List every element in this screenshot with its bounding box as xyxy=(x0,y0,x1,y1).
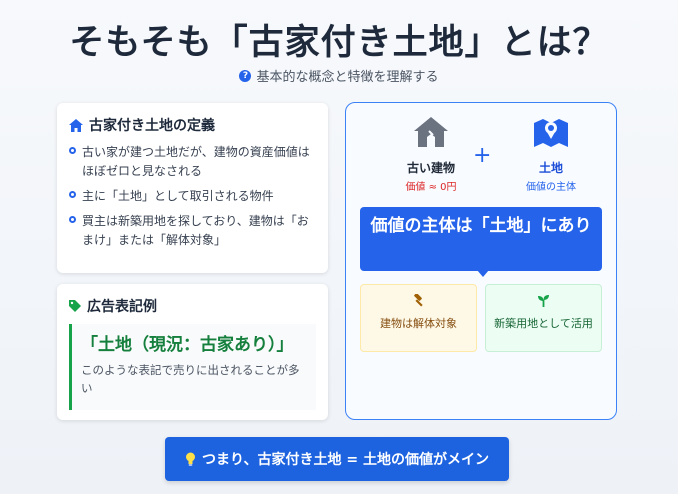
tag-icon xyxy=(69,300,81,312)
list-item: 主に「土地」として取引される物件 xyxy=(69,187,316,206)
question-circle-icon: ? xyxy=(239,69,252,82)
ad-example-heading: 広告表記例 xyxy=(69,296,316,316)
demolish-option-box: 建物は解体対象 xyxy=(360,284,477,352)
ad-example-note: このような表記で売りに出されることが多い xyxy=(81,363,300,395)
list-item: 買主は新築用地を探しており、建物は「おまけ」または「解体対象」 xyxy=(69,212,316,250)
new-build-option-text: 新築用地として活用 xyxy=(494,317,593,330)
old-building-value: 価値 ≈ 0円 xyxy=(405,182,457,193)
summary-text: つまり、古家付き土地 = 土地の価値がメイン xyxy=(202,452,489,468)
home-icon xyxy=(69,118,83,132)
lightbulb-icon xyxy=(186,452,196,466)
old-building-column: 古い建物 価値 ≈ 0円 xyxy=(376,117,486,193)
ad-example-text: 「土地（現況：古家あり）」 xyxy=(81,335,294,355)
house-icon xyxy=(414,117,448,147)
land-column: 土地 価値の主体 xyxy=(496,117,606,193)
bullet-circle-icon xyxy=(69,216,76,223)
definition-list: 古い家が建つ土地だが、建物の資産価値はほぼゼロと見なされる 主に「土地」として取… xyxy=(69,143,316,250)
page-title: そもそも「古家付き土地」とは？ xyxy=(69,23,609,63)
old-building-label: 古い建物 xyxy=(406,161,455,175)
ad-example-heading-text: 広告表記例 xyxy=(87,299,157,315)
definition-card: 古家付き土地の定義 古い家が建つ土地だが、建物の資産価値はほぼゼロと見なされる … xyxy=(57,103,328,273)
land-label: 土地 xyxy=(538,161,563,175)
definition-heading: 古家付き土地の定義 xyxy=(69,115,316,135)
banner-pointer xyxy=(477,270,489,277)
map-location-icon xyxy=(534,119,568,147)
plus-sign: + xyxy=(473,143,492,168)
subtitle-text: 基本的な概念と特徴を理解する xyxy=(256,70,439,85)
ad-example-card: 広告表記例 「土地（現況：古家あり）」 このような表記で売りに出されることが多い xyxy=(57,284,328,420)
new-build-option-box: 新築用地として活用 xyxy=(485,284,602,352)
hammer-icon xyxy=(414,293,423,307)
demolish-option-text: 建物は解体対象 xyxy=(380,317,457,330)
list-item: 古い家が建つ土地だが、建物の資産価値はほぼゼロと見なされる xyxy=(69,143,316,181)
page-subtitle: ? 基本的な概念と特徴を理解する xyxy=(0,66,678,85)
value-diagram-panel: 古い建物 価値 ≈ 0円 + 土地 価値の主体 価値の主体は「土地」にあり 建物… xyxy=(345,102,617,420)
summary-banner: つまり、古家付き土地 = 土地の価値がメイン xyxy=(165,437,509,481)
seedling-icon xyxy=(538,295,549,307)
definition-heading-text: 古家付き土地の定義 xyxy=(89,118,215,134)
value-banner: 価値の主体は「土地」にあり xyxy=(360,207,602,271)
bullet-circle-icon xyxy=(69,147,76,154)
ad-example-box: 「土地（現況：古家あり）」 このような表記で売りに出されることが多い xyxy=(69,324,316,410)
land-value: 価値の主体 xyxy=(526,182,576,193)
bullet-circle-icon xyxy=(69,191,76,198)
